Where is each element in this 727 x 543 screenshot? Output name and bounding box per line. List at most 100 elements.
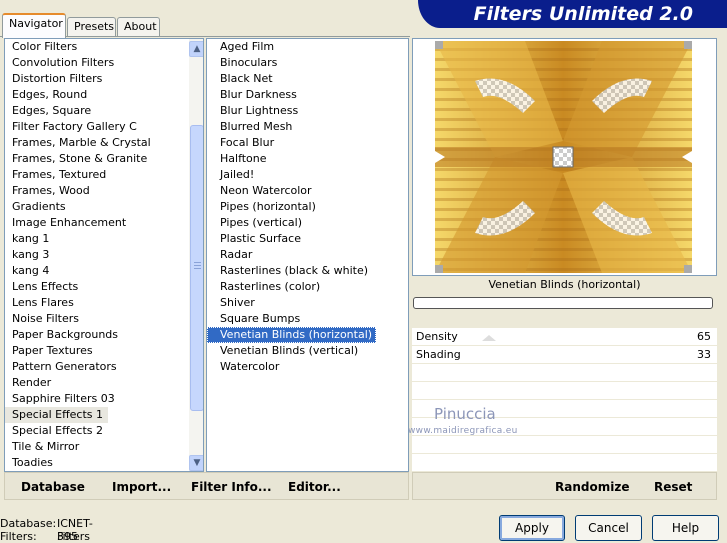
scroll-thumb[interactable]	[190, 125, 203, 411]
category-item[interactable]: Image Enhancement	[5, 215, 203, 231]
status-database: Database: ICNET-Filters	[0, 517, 93, 543]
filter-item[interactable]: Blurred Mesh	[207, 119, 408, 135]
grip-icon	[194, 268, 201, 269]
category-item[interactable]: Lens Flares	[5, 295, 203, 311]
slider-marker-icon[interactable]	[482, 335, 496, 341]
filter-item[interactable]: Blur Darkness	[207, 87, 408, 103]
right-toolbar: Randomize Reset	[412, 472, 717, 500]
category-item[interactable]: Gradients	[5, 199, 203, 215]
category-item[interactable]: Tile & Mirror	[5, 439, 203, 455]
filter-item[interactable]: Blur Lightness	[207, 103, 408, 119]
tab-presets[interactable]: Presets	[67, 17, 116, 37]
category-item[interactable]: Frames, Wood	[5, 183, 203, 199]
category-item[interactable]: Distortion Filters	[5, 71, 203, 87]
filter-list[interactable]: Aged Film Binoculars Black Net Blur Darknes…	[206, 38, 409, 472]
tab-navigator[interactable]: Navigator	[2, 13, 66, 38]
left-toolbar: Database Import... Filter Info... Editor…	[4, 472, 409, 500]
filter-info-button[interactable]: Filter Info...	[191, 480, 272, 494]
filter-item[interactable]: Rasterlines (black & white)	[207, 263, 408, 279]
filter-item[interactable]: Venetian Blinds (vertical)	[207, 343, 408, 359]
import-button[interactable]: Import...	[112, 480, 171, 494]
category-item[interactable]: Paper Textures	[5, 343, 203, 359]
param-value: 65	[697, 330, 711, 343]
grip-icon	[194, 262, 201, 263]
title-banner: Filters Unlimited 2.0	[418, 0, 727, 28]
category-item[interactable]: Filter Factory Gallery C	[5, 119, 203, 135]
filter-item[interactable]: Plastic Surface	[207, 231, 408, 247]
category-item[interactable]: Render	[5, 375, 203, 391]
parameter-panel: Density 65 Shading 33	[412, 328, 717, 472]
category-item[interactable]: kang 1	[5, 231, 203, 247]
tab-label: Navigator	[9, 17, 63, 30]
filter-item[interactable]: Square Bumps	[207, 311, 408, 327]
watermark-name: Pinuccia	[434, 405, 496, 423]
filter-item[interactable]: Black Net	[207, 71, 408, 87]
progress-bar	[413, 297, 713, 309]
database-button[interactable]: Database	[21, 480, 85, 494]
category-items: Color Filters Convolution Filters Distorti…	[5, 39, 203, 471]
param-shading-row[interactable]: Shading 33	[412, 346, 717, 364]
grip-icon	[194, 265, 201, 266]
help-button[interactable]: Help	[652, 515, 719, 541]
category-item[interactable]: Lens Effects	[5, 279, 203, 295]
category-item[interactable]: kang 4	[5, 263, 203, 279]
preview-filter-name: Venetian Blinds (horizontal)	[488, 278, 641, 291]
app-title: Filters Unlimited 2.0	[473, 3, 693, 25]
category-item[interactable]: Noise Filters	[5, 311, 203, 327]
category-item[interactable]: kang 3	[5, 247, 203, 263]
param-value: 33	[697, 348, 711, 361]
filter-item[interactable]: Aged Film	[207, 39, 408, 55]
filter-item[interactable]: Jailed!	[207, 167, 408, 183]
apply-button[interactable]: Apply	[499, 515, 565, 541]
category-item[interactable]: Special Effects 1	[5, 407, 109, 423]
category-item[interactable]: Convolution Filters	[5, 55, 203, 71]
reset-button[interactable]: Reset	[654, 480, 692, 494]
filter-item[interactable]: Radar	[207, 247, 408, 263]
chevron-up-icon[interactable]: ▲	[189, 41, 203, 57]
filter-item[interactable]: Shiver	[207, 295, 408, 311]
category-item[interactable]: Frames, Stone & Granite	[5, 151, 203, 167]
filter-item[interactable]: Neon Watercolor	[207, 183, 408, 199]
watermark-url: www.maidiregrafica.eu	[408, 426, 518, 436]
preview-image	[435, 41, 692, 273]
category-item[interactable]: Sapphire Filters 03	[5, 391, 203, 407]
filter-items: Aged Film Binoculars Black Net Blur Darknes…	[207, 39, 408, 375]
param-density-row[interactable]: Density 65	[412, 328, 717, 346]
category-item[interactable]: Frames, Marble & Crystal	[5, 135, 203, 151]
filter-item[interactable]: Rasterlines (color)	[207, 279, 408, 295]
filter-item[interactable]: Binoculars	[207, 55, 408, 71]
status-filters: Filters: 395	[0, 530, 78, 543]
param-empty-row	[412, 454, 717, 472]
tab-about[interactable]: About	[117, 17, 160, 37]
filter-item[interactable]: Focal Blur	[207, 135, 408, 151]
status-filters-label: Filters:	[0, 530, 37, 543]
category-item[interactable]: Toadies	[5, 455, 203, 471]
status-filters-value: 395	[57, 530, 78, 543]
tab-label: Presets	[74, 20, 115, 33]
chevron-down-icon[interactable]: ▼	[189, 455, 203, 471]
param-label: Density	[416, 330, 458, 343]
category-list[interactable]: Color Filters Convolution Filters Distorti…	[4, 38, 204, 472]
category-item[interactable]: Special Effects 2	[5, 423, 203, 439]
randomize-button[interactable]: Randomize	[555, 480, 629, 494]
cancel-button[interactable]: Cancel	[575, 515, 642, 541]
category-item[interactable]: Edges, Square	[5, 103, 203, 119]
category-item[interactable]: Pattern Generators	[5, 359, 203, 375]
filter-item[interactable]: Watercolor	[207, 359, 408, 375]
preview-graphic	[435, 41, 692, 273]
filter-item[interactable]: Pipes (vertical)	[207, 215, 408, 231]
filter-item[interactable]: Pipes (horizontal)	[207, 199, 408, 215]
category-item[interactable]: Paper Backgrounds	[5, 327, 203, 343]
filter-item[interactable]: Halftone	[207, 151, 408, 167]
param-label: Shading	[416, 348, 461, 361]
param-empty-row	[412, 364, 717, 382]
category-item[interactable]: Color Filters	[5, 39, 203, 55]
category-item[interactable]: Edges, Round	[5, 87, 203, 103]
param-empty-row	[412, 436, 717, 454]
category-scrollbar[interactable]: ▲ ▼	[189, 39, 203, 471]
filter-item[interactable]: Venetian Blinds (horizontal)	[207, 327, 377, 343]
status-database-label: Database:	[0, 517, 57, 530]
editor-button[interactable]: Editor...	[288, 480, 341, 494]
category-item[interactable]: Frames, Textured	[5, 167, 203, 183]
tab-label: About	[124, 20, 157, 33]
